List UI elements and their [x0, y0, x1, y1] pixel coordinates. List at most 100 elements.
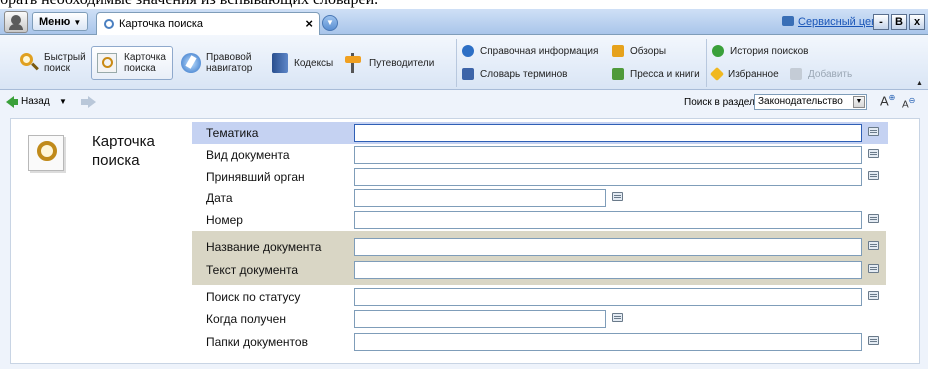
- received-date-input[interactable]: [354, 310, 606, 328]
- chevron-down-icon[interactable]: ▼: [59, 97, 67, 106]
- app-logo-icon[interactable]: [4, 11, 28, 33]
- dictionary-icon: [462, 68, 474, 80]
- search-section-label: Поиск в разделе: [684, 97, 761, 108]
- dictionary-picker-icon[interactable]: [868, 336, 879, 345]
- back-arrow-icon-tail: [13, 99, 18, 105]
- field-row-topic: Тематика: [192, 122, 888, 144]
- dictionary-picker-icon[interactable]: [868, 171, 879, 180]
- search-icon: [104, 19, 114, 29]
- field-row-number: Номер: [192, 209, 888, 231]
- section-select-value: Законодательство: [758, 96, 843, 107]
- search-card-label: Карточка поиска: [124, 52, 166, 74]
- status-search-input[interactable]: [354, 288, 862, 306]
- legal-navigator-button[interactable]: Правовой навигатор: [180, 46, 258, 80]
- close-icon[interactable]: ×: [305, 16, 313, 31]
- forward-arrow-icon[interactable]: [88, 96, 96, 108]
- field-label: Принявший орган: [206, 170, 305, 184]
- tab-search-card[interactable]: Карточка поиска ×: [96, 12, 320, 35]
- section-select[interactable]: Законодательство ▼: [754, 94, 867, 110]
- reviews-button[interactable]: Обзоры: [612, 44, 666, 58]
- field-row-issuing-body: Принявший орган: [192, 166, 888, 188]
- calendar-picker-icon[interactable]: [612, 313, 623, 322]
- field-label: Текст документа: [206, 263, 299, 277]
- main-toolbar: Быстрый поиск Карточка поиска Правовой н…: [0, 35, 928, 90]
- press-icon: [612, 68, 624, 80]
- field-row-doc-type: Вид документа: [192, 144, 888, 166]
- legal-navigator-label: Правовой навигатор: [206, 52, 253, 74]
- compass-icon: [180, 52, 202, 74]
- magnifier-icon: [18, 52, 40, 74]
- guides-button[interactable]: Путеводители: [342, 46, 434, 80]
- restore-button[interactable]: B: [891, 14, 907, 30]
- guides-label: Путеводители: [369, 57, 435, 69]
- glossary-label: Словарь терминов: [480, 68, 568, 80]
- field-label: Тематика: [206, 126, 259, 140]
- number-input[interactable]: [354, 211, 862, 229]
- add-favorite-button[interactable]: Добавить: [790, 67, 852, 81]
- signpost-icon: [342, 52, 364, 74]
- field-label: Номер: [206, 213, 243, 227]
- reviews-label: Обзоры: [630, 45, 667, 57]
- glossary-button[interactable]: Словарь терминов: [462, 67, 568, 81]
- plus-icon: ⊕: [888, 93, 896, 102]
- decrease-font-button[interactable]: A⊖: [902, 96, 915, 110]
- issuing-body-input[interactable]: [354, 168, 862, 186]
- collapse-toolbar-icon[interactable]: ▲: [916, 76, 923, 90]
- field-label: Поиск по статусу: [206, 290, 301, 304]
- info-icon: [462, 45, 474, 57]
- dictionary-picker-icon[interactable]: [868, 149, 879, 158]
- folders-input[interactable]: [354, 333, 862, 351]
- dictionary-picker-icon[interactable]: [868, 214, 879, 223]
- field-label: Вид документа: [206, 148, 290, 162]
- chevron-down-icon[interactable]: ▼: [853, 96, 865, 108]
- tab-label: Карточка поиска: [119, 18, 204, 30]
- calendar-picker-icon[interactable]: [612, 192, 623, 201]
- topic-input[interactable]: [354, 124, 862, 142]
- doc-type-input[interactable]: [354, 146, 862, 164]
- star-icon: [709, 66, 725, 82]
- navigation-bar: Назад ▼ Поиск в разделе Законодательство…: [0, 90, 928, 114]
- book-icon: [272, 53, 288, 73]
- field-label: Когда получен: [206, 312, 286, 326]
- search-history-label: История поисков: [730, 45, 809, 57]
- doc-text-input[interactable]: [354, 261, 862, 279]
- press-books-button[interactable]: Пресса и книги: [612, 67, 700, 81]
- forward-arrow-icon-tail: [81, 99, 88, 105]
- chevron-down-icon: ▼: [73, 18, 82, 27]
- search-card-button[interactable]: Карточка поиска: [91, 46, 173, 80]
- history-icon: [712, 45, 724, 57]
- minimize-button[interactable]: -: [873, 14, 889, 30]
- dictionary-picker-icon[interactable]: [868, 241, 879, 250]
- quick-search-label: Быстрый поиск: [44, 52, 86, 74]
- date-input[interactable]: [354, 189, 606, 207]
- reference-info-button[interactable]: Справочная информация: [462, 44, 598, 58]
- new-tab-button[interactable]: ▼: [322, 15, 338, 31]
- dictionary-picker-icon[interactable]: [868, 127, 879, 136]
- field-row-folders: Папки документов: [192, 331, 888, 353]
- menu-button[interactable]: Меню ▼: [32, 12, 89, 31]
- quick-search-button[interactable]: Быстрый поиск: [18, 46, 90, 80]
- add-favorite-label: Добавить: [808, 68, 853, 80]
- field-row-status: Поиск по статусу: [192, 286, 888, 308]
- favorites-button[interactable]: Избранное: [709, 66, 779, 82]
- title-bar: Меню ▼ Карточка поиска × ▼ Сервисный цент…: [0, 9, 928, 35]
- close-window-button[interactable]: x: [909, 14, 925, 30]
- dictionary-picker-icon[interactable]: [868, 264, 879, 273]
- dictionary-picker-icon[interactable]: [868, 291, 879, 300]
- press-books-label: Пресса и книги: [630, 68, 700, 80]
- field-row-date: Дата: [192, 187, 888, 209]
- search-card-icon: [96, 51, 120, 75]
- field-label: Название документа: [206, 240, 322, 254]
- doc-name-input[interactable]: [354, 238, 862, 256]
- back-button[interactable]: Назад: [21, 96, 50, 107]
- increase-font-button[interactable]: A⊕: [880, 93, 895, 108]
- favorites-label: Избранное: [728, 68, 779, 80]
- phone-icon: [782, 16, 794, 26]
- codes-button[interactable]: Кодексы: [272, 46, 333, 80]
- field-row-doc-text: Текст документа: [192, 259, 888, 281]
- field-label: Дата: [206, 191, 233, 205]
- search-history-button[interactable]: История поисков: [712, 44, 808, 58]
- search-card-icon: [26, 132, 72, 174]
- document-text-fragment: брать необходимые значения из вспывающих…: [0, 0, 928, 9]
- field-label: Папки документов: [206, 335, 308, 349]
